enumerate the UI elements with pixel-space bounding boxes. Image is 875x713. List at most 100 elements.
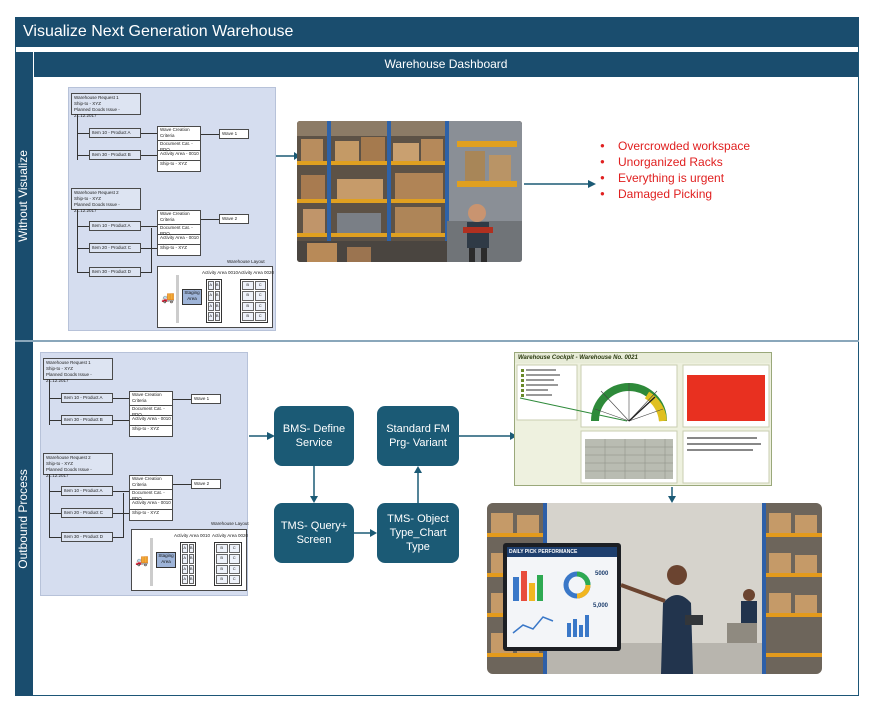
criteria-shipto: Ship-to - XYZ [160,245,188,250]
connector [77,226,89,227]
issue-item: Everything is urgent [600,170,820,186]
criteria-doc: Document Cat. - PDO [158,225,200,236]
aisle [150,538,153,586]
connector [113,513,129,514]
aisle [176,275,179,323]
connector [201,134,219,135]
wave-criteria-1: Wave Creation Criteria Document Cat. - P… [157,126,201,172]
warehouse-photo-illustration [297,121,522,262]
warehouse-request-1: Warehouse Request 1 Ship-to - XYZ Planne… [71,93,141,118]
modern-warehouse-photo: DAILY PICK PERFORMANCE 5000 5,000 [487,503,822,674]
cockpit-visual [515,363,771,485]
warehouse-request-1: Warehouse Request 1 Ship-to - XYZ Planne… [43,358,113,383]
criteria-area: Activity Area - 0010 [158,235,200,245]
connector [173,484,191,485]
area-2-label: Activity Area 0020 [212,533,249,538]
request-2-date: Planned Goods Issue - 21.12.2017 [46,467,92,478]
item-box: Item 10 - Product A [61,393,113,403]
criteria-shipto: Ship-to - XYZ [160,161,188,166]
connector [49,537,61,538]
connector [113,398,129,399]
item-box: Item 30 - Product B [61,415,113,425]
activity-area-1-grid: AB AB AB AB [180,542,196,586]
criteria-doc: Document Cat. - PDO [158,141,200,152]
request-2-date: Planned Goods Issue - 21.12.2017 [74,202,120,213]
connector [49,475,50,537]
criteria-title: Wave Creation Criteria [130,392,172,406]
connector [123,493,124,538]
criteria-area: Activity Area - 0010 [130,416,172,426]
criteria-area: Activity Area - 0010 [130,500,172,510]
criteria-title: Wave Creation Criteria [158,211,200,225]
issues-list: Overcrowded workspace Unorganized Racks … [600,138,820,202]
connector [173,399,191,400]
connector [77,248,89,249]
layout-title: Warehouse Layout [211,521,249,526]
section-sidebar-top: Without Visualize [15,52,33,340]
warehouse-request-2: Warehouse Request 2 Ship-to - XYZ Planne… [71,188,141,213]
display-metric-2: 5,000 [593,603,609,609]
connector [49,420,61,421]
item-box: Item 30 - Product B [89,150,141,160]
connector [77,115,78,160]
wave-criteria-2: Wave Creation Criteria Document Cat. - P… [157,210,201,256]
issue-item: Damaged Picking [600,186,820,202]
arrow-to-display-photo [668,487,676,503]
modern-warehouse-illustration [487,503,822,674]
item-box: Item 30 - Product D [61,532,113,542]
wave-1-box: Wave 1 [219,129,249,139]
connector [141,272,151,273]
connector [49,491,61,492]
dashboard-header: Warehouse Dashboard [34,52,858,77]
section-label-outbound-process: Outbound Process [16,469,30,569]
issue-item: Overcrowded workspace [600,138,820,154]
criteria-shipto: Ship-to - XYZ [132,426,160,431]
connector [141,155,157,156]
item-box: Item 10 - Product A [89,221,141,231]
wave-1-box: Wave 1 [191,394,221,404]
warehouse-request-2: Warehouse Request 2 Ship-to - XYZ Planne… [43,453,113,478]
display-metric-1: 5000 [595,571,609,577]
item-box: Item 10 - Product A [61,486,113,496]
activity-area-1-grid: AB AB AB AB [206,279,222,323]
wave-2-box: Wave 2 [219,214,249,224]
request-1-date: Planned Goods Issue - 21.12.2017 [74,107,120,118]
page-title: Visualize Next Generation Warehouse [15,17,859,47]
truck-icon: 🚚 [161,292,175,304]
section-divider [15,340,859,342]
connector [77,210,78,272]
area-1-label: Activity Area 0010 [174,533,211,538]
connector [141,226,157,227]
criteria-title: Wave Creation Criteria [130,476,172,490]
section-label-without-visualize: Without Visualize [16,150,30,242]
process-arrows [310,432,517,537]
activity-area-2-grid: BC BC BC BC [240,279,268,323]
connector [141,133,157,134]
criteria-title: Wave Creation Criteria [158,127,200,141]
connector [49,398,61,399]
criteria-shipto: Ship-to - XYZ [132,510,160,515]
connector [77,155,89,156]
criteria-area: Activity Area - 0010 [158,151,200,161]
connector [113,420,129,421]
layout-title: Warehouse Layout [227,259,265,264]
connector [113,537,123,538]
wave-diagram-top: Warehouse Request 1 Ship-to - XYZ Planne… [68,87,276,331]
area-2-label: Activity Area 0020 [238,270,275,275]
display-title: DAILY PICK PERFORMANCE [509,549,578,555]
cluttered-warehouse-photo [297,121,522,262]
connector [49,513,61,514]
connector [77,272,89,273]
criteria-doc: Document Cat. - PDO [130,490,172,501]
arrow-to-issues [524,180,596,188]
criteria-doc: Document Cat. - PDO [130,406,172,417]
request-1-date: Planned Goods Issue - 21.12.2017 [46,372,92,383]
connector [77,133,89,134]
issue-item: Unorganized Racks [600,154,820,170]
item-box: Item 20 - Product C [61,508,113,518]
wave-criteria-2: Wave Creation Criteria Document Cat. - P… [129,475,173,521]
section-sidebar-bottom: Outbound Process [15,342,33,696]
activity-area-2-grid: BC BC BC BC [214,542,242,586]
item-box: Item 20 - Product C [89,243,141,253]
warehouse-cockpit-screenshot: Warehouse Cockpit - Warehouse No. 0021 [514,352,772,486]
